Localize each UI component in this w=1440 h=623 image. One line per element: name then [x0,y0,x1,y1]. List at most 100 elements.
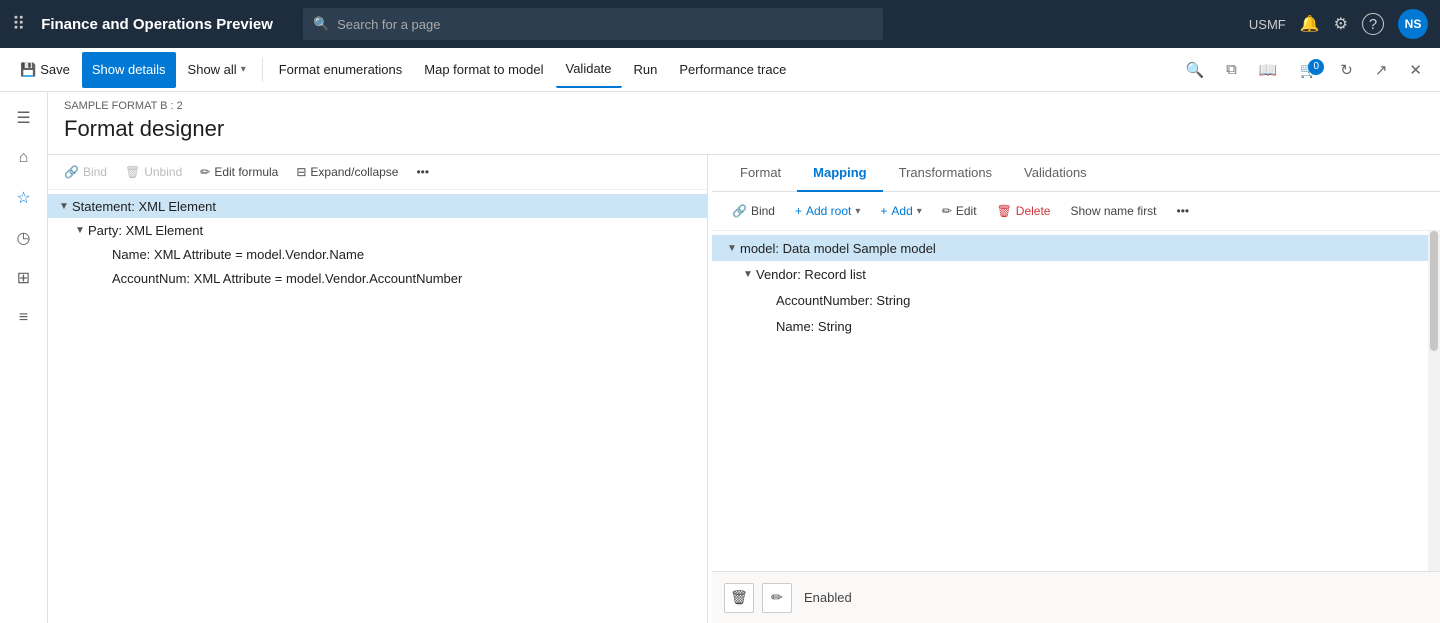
tab-validations[interactable]: Validations [1008,155,1103,192]
mapping-item-label: Name: String [776,319,852,334]
mapping-bind-button[interactable]: 🔗 Bind [724,200,783,222]
mapping-item[interactable]: AccountNumber: String [712,287,1440,313]
right-panel: Format Mapping Transformations Validatio… [712,155,1440,623]
cart-button[interactable]: 🛒0 [1292,55,1327,85]
left-panel-more-button[interactable]: ••• [408,161,437,183]
settings-icon[interactable]: ⚙ [1334,14,1348,34]
enabled-label: Enabled [804,590,852,605]
tab-bar: Format Mapping Transformations Validatio… [712,155,1440,192]
add-root-arrow: ▾ [855,206,860,217]
show-all-button[interactable]: Show all ▾ [178,52,256,88]
tab-mapping[interactable]: Mapping [797,155,882,192]
delete-trash-icon: 🗑 [997,204,1012,218]
mapping-tree-toggle [760,292,776,308]
bottom-panel: 🗑 ✏ Enabled [712,571,1440,623]
app-layout: ☰ ⌂ ☆ ◷ ⊞ ≡ SAMPLE FORMAT B : 2 Format d… [0,92,1440,623]
help-icon[interactable]: ? [1362,13,1384,35]
mapping-tree-toggle: ▼ [724,240,740,256]
add-root-plus-icon: + [795,204,802,218]
nav-right-area: USMF 🔔 ⚙ ? NS [1249,9,1428,39]
sidebar-item-all[interactable]: ≡ [6,300,42,336]
designer-content: 🔗 Bind 🗑 Unbind ✏ Edit formula ⊟ Expand/… [48,154,1440,623]
mapping-item[interactable]: Name: String [712,313,1440,339]
mapping-tree: ▼ model: Data model Sample model ▼ Vendo… [712,231,1440,571]
show-all-dropdown-arrow: ▾ [241,64,246,75]
share-button[interactable]: ↗ [1367,55,1396,85]
close-button[interactable]: ✕ [1401,55,1430,85]
show-name-first-button[interactable]: Show name first [1062,200,1164,222]
search-box[interactable]: 🔍 [303,8,883,40]
sidebar-item-home[interactable]: ⌂ [6,140,42,176]
tab-format[interactable]: Format [724,155,797,192]
performance-trace-button[interactable]: Performance trace [669,52,796,88]
breadcrumb-area: SAMPLE FORMAT B : 2 Format designer [48,92,1440,154]
delete-button[interactable]: 🗑 Delete [989,200,1059,222]
bottom-delete-button[interactable]: 🗑 [724,583,754,613]
unbind-button[interactable]: 🗑 Unbind [117,161,190,183]
sidebar-item-menu[interactable]: ☰ [6,100,42,136]
book-icon-button[interactable]: 📖 [1251,55,1286,85]
sidebar-item-workspaces[interactable]: ⊞ [6,260,42,296]
add-root-button[interactable]: + Add root ▾ [787,200,868,222]
mapping-link-icon: 🔗 [732,204,747,218]
mapping-tree-toggle: ▼ [740,266,756,282]
save-button[interactable]: 💾 Save [10,52,80,88]
trash-icon: 🗑 [125,165,140,179]
cart-icon-wrapper: 🛒0 [1292,55,1327,85]
tree-item[interactable]: ▼ Statement: XML Element [48,194,707,218]
sidebar-item-recent[interactable]: ◷ [6,220,42,256]
edit-formula-button[interactable]: ✏ Edit formula [192,161,286,183]
mapping-tree-toggle [760,318,776,334]
scrollbar-area[interactable] [1428,231,1440,571]
left-sidebar: ☰ ⌂ ☆ ◷ ⊞ ≡ [0,92,48,623]
avatar[interactable]: NS [1398,9,1428,39]
mapping-item[interactable]: ▼ Vendor: Record list [712,261,1440,287]
cart-badge: 0 [1308,59,1324,75]
edit-icon: ✏ [942,204,952,218]
tab-transformations[interactable]: Transformations [883,155,1008,192]
format-tree: ▼ Statement: XML Element ▼ Party: XML El… [48,190,707,623]
app-title: Finance and Operations Preview [41,16,273,33]
mapping-more-button[interactable]: ••• [1169,200,1198,222]
edit-formula-icon: ✏ [200,165,210,179]
tree-item-label: Name: XML Attribute = model.Vendor.Name [112,247,364,262]
add-plus-icon: + [880,204,887,218]
validate-button[interactable]: Validate [556,52,622,88]
sidebar-item-favorites[interactable]: ☆ [6,180,42,216]
tree-item[interactable]: ▼ Party: XML Element [48,218,707,242]
mapping-item-label: Vendor: Record list [756,267,866,282]
mapping-toolbar: 🔗 Bind + Add root ▾ + Add ▾ ✏ [712,192,1440,231]
search-toolbar-icon[interactable]: 🔍 [1177,55,1212,85]
left-panel: 🔗 Bind 🗑 Unbind ✏ Edit formula ⊟ Expand/… [48,155,708,623]
env-label: USMF [1249,17,1286,32]
tree-item[interactable]: Name: XML Attribute = model.Vendor.Name [48,242,707,266]
link-icon: 🔗 [64,165,79,179]
expand-icon: ⊟ [296,165,306,179]
page-title: Format designer [48,112,1440,154]
bottom-edit-button[interactable]: ✏ [762,583,792,613]
search-input[interactable] [337,17,873,32]
tree-item[interactable]: AccountNum: XML Attribute = model.Vendor… [48,266,707,290]
edit-button[interactable]: ✏ Edit [934,200,985,222]
bind-button[interactable]: 🔗 Bind [56,161,115,183]
bell-icon[interactable]: 🔔 [1300,14,1320,34]
top-navigation: ⠿ Finance and Operations Preview 🔍 USMF … [0,0,1440,48]
add-button[interactable]: + Add ▾ [872,200,929,222]
run-button[interactable]: Run [624,52,668,88]
show-details-button[interactable]: Show details [82,52,176,88]
main-content: SAMPLE FORMAT B : 2 Format designer 🔗 Bi… [48,92,1440,623]
refresh-button[interactable]: ↻ [1332,55,1361,85]
mapping-item[interactable]: ▼ model: Data model Sample model [712,235,1440,261]
map-format-to-model-button[interactable]: Map format to model [414,52,553,88]
format-enumerations-button[interactable]: Format enumerations [269,52,413,88]
grid-icon[interactable]: ⠿ [12,14,25,35]
tree-toggle: ▼ [56,198,72,214]
toolbar-right: 🔍 ⧉ 📖 🛒0 ↻ ↗ ✕ [1177,55,1430,85]
breadcrumb: SAMPLE FORMAT B : 2 [48,92,1440,112]
puzzle-icon-button[interactable]: ⧉ [1218,55,1245,84]
expand-collapse-button[interactable]: ⊟ Expand/collapse [288,161,406,183]
search-icon: 🔍 [313,16,329,32]
bottom-pencil-icon: ✏ [771,589,783,606]
secondary-toolbar: 💾 Save Show details Show all ▾ Format en… [0,48,1440,92]
tree-item-label: Party: XML Element [88,223,203,238]
